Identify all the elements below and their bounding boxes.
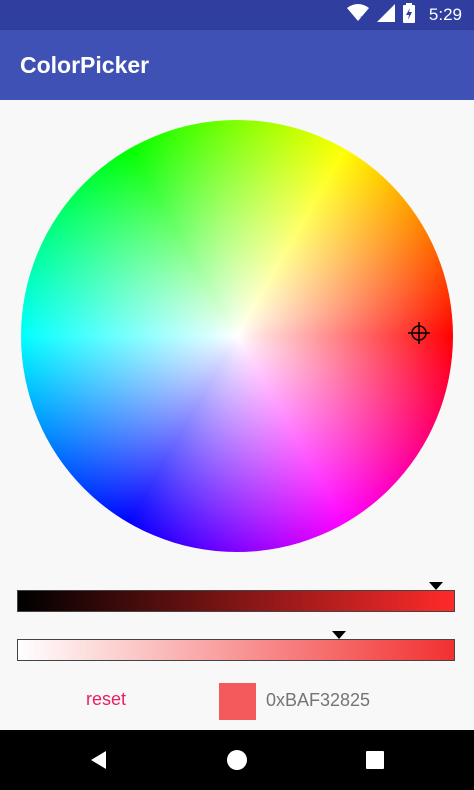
color-hex-value: 0xBAF32825 (266, 690, 371, 710)
app-bar: ColorPicker (0, 30, 474, 100)
svg-text:x: x (360, 14, 365, 22)
signal-icon (376, 3, 395, 27)
wifi-icon: x (346, 3, 369, 27)
battery-charging-icon (402, 2, 415, 28)
color-wheel[interactable] (21, 120, 453, 552)
value-slider[interactable] (17, 590, 455, 612)
value-slider-marker[interactable] (429, 582, 443, 590)
back-icon[interactable] (84, 745, 114, 775)
navigation-bar (0, 730, 474, 790)
color-swatch (219, 683, 256, 720)
status-time: 5:29 (428, 5, 462, 24)
saturation-overlay[interactable] (21, 120, 453, 552)
alpha-slider-marker[interactable] (332, 631, 346, 639)
crosshair-icon[interactable] (408, 322, 430, 344)
status-bar: x 5:29 (0, 0, 474, 30)
home-icon[interactable] (222, 745, 252, 775)
recents-icon[interactable] (360, 745, 390, 775)
status-icons: x 5:29 (346, 0, 462, 30)
reset-button[interactable]: reset (86, 689, 126, 710)
app-title: ColorPicker (20, 52, 150, 78)
alpha-slider[interactable] (17, 639, 455, 661)
